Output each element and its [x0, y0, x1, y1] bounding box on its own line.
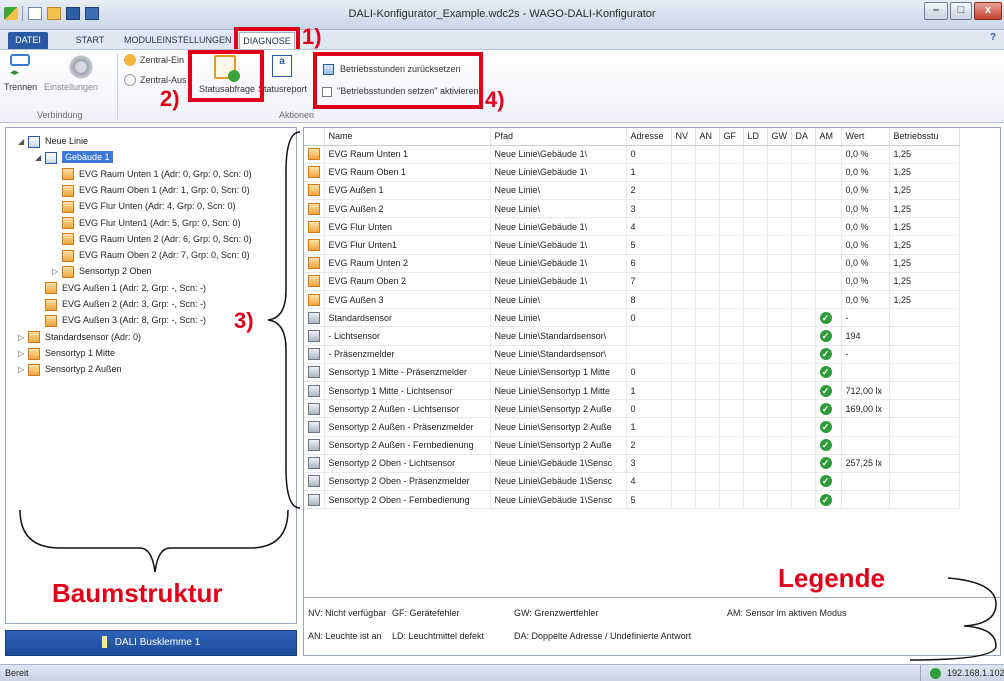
- app-window: DALI-Konfigurator_Example.wdc2s - WAGO-D…: [0, 0, 1004, 681]
- brace-table: [267, 131, 301, 509]
- brace-tree: [19, 509, 289, 573]
- annotation-baumstruktur: Baumstruktur: [52, 578, 223, 608]
- annotation-label-3: 3): [234, 308, 254, 333]
- annotation-legende: Legende: [778, 563, 885, 593]
- brace-legend: [909, 577, 997, 661]
